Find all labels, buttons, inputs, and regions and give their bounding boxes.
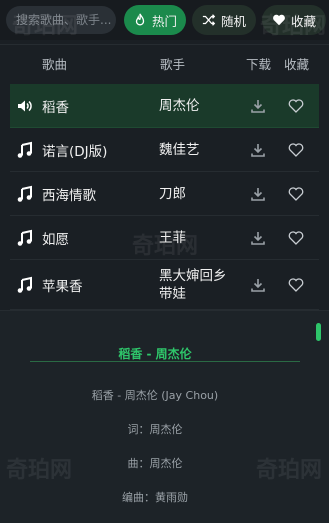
song-title: 西海情歌	[42, 187, 96, 204]
download-icon[interactable]	[250, 142, 266, 158]
song-title: 如愿	[42, 231, 69, 248]
lyrics-divider	[30, 361, 300, 362]
heart-icon[interactable]	[288, 98, 304, 114]
lyrics-line: 词：周杰伦	[127, 423, 183, 436]
song-artist: 刀郎	[159, 185, 186, 202]
music-note-icon	[17, 229, 32, 246]
table-row[interactable]: 诺言(DJ版) 魏佳艺	[10, 128, 319, 172]
header-download: 下载	[246, 57, 272, 72]
download-icon[interactable]	[250, 98, 266, 114]
table-header: 歌曲 歌手 下载 收藏	[0, 54, 329, 76]
song-artist: 魏佳艺	[159, 141, 200, 158]
lyrics-title: 稻香 - 周杰伦	[118, 347, 192, 361]
heart-icon[interactable]	[288, 277, 304, 293]
song-title: 诺言(DJ版)	[42, 143, 108, 160]
lyrics-panel[interactable]: 稻香 - 周杰伦 稻香 - 周杰伦 (Jay Chou) 词：周杰伦 曲：周杰伦…	[0, 310, 329, 523]
header-favorite: 收藏	[284, 57, 310, 72]
music-note-icon	[17, 141, 32, 158]
download-icon[interactable]	[250, 277, 266, 293]
flame-icon	[135, 13, 145, 26]
heart-icon[interactable]	[288, 142, 304, 158]
heart-icon[interactable]	[288, 230, 304, 246]
song-artist: 周杰伦	[159, 97, 200, 114]
watermark: 奇珀网	[256, 458, 323, 483]
music-note-icon	[17, 276, 32, 293]
random-button[interactable]: 随机	[192, 5, 256, 35]
watermark: 奇珀网	[12, 14, 79, 39]
header-song: 歌曲	[42, 57, 68, 72]
divider	[0, 44, 329, 45]
table-row[interactable]: 西海情歌 刀郎	[10, 172, 319, 216]
watermark: 奇珀网	[132, 234, 199, 259]
table-row[interactable]: 苹果香 黑大婶回乡带娃	[10, 260, 319, 310]
song-artist: 黑大婶回乡带娃	[159, 267, 227, 302]
heart-icon[interactable]	[288, 186, 304, 202]
speaker-icon	[18, 100, 32, 111]
table-row[interactable]: 稻香 周杰伦	[10, 84, 319, 128]
music-note-icon	[17, 185, 32, 202]
download-icon[interactable]	[250, 186, 266, 202]
lyrics-scrollbar[interactable]	[316, 323, 321, 341]
song-title: 稻香	[42, 99, 69, 116]
watermark: 奇珀网	[260, 14, 327, 39]
song-title: 苹果香	[42, 278, 83, 295]
header-artist: 歌手	[160, 57, 186, 72]
shuffle-icon	[202, 14, 216, 26]
lyrics-line: 编曲：黄雨勋	[122, 491, 188, 504]
hot-button[interactable]: 热门	[124, 5, 186, 35]
hot-button-label: 热门	[151, 13, 177, 29]
lyrics-line: 稻香 - 周杰伦 (Jay Chou)	[91, 389, 219, 402]
download-icon[interactable]	[250, 230, 266, 246]
random-button-label: 随机	[220, 13, 246, 29]
watermark: 奇珀网	[6, 458, 73, 483]
